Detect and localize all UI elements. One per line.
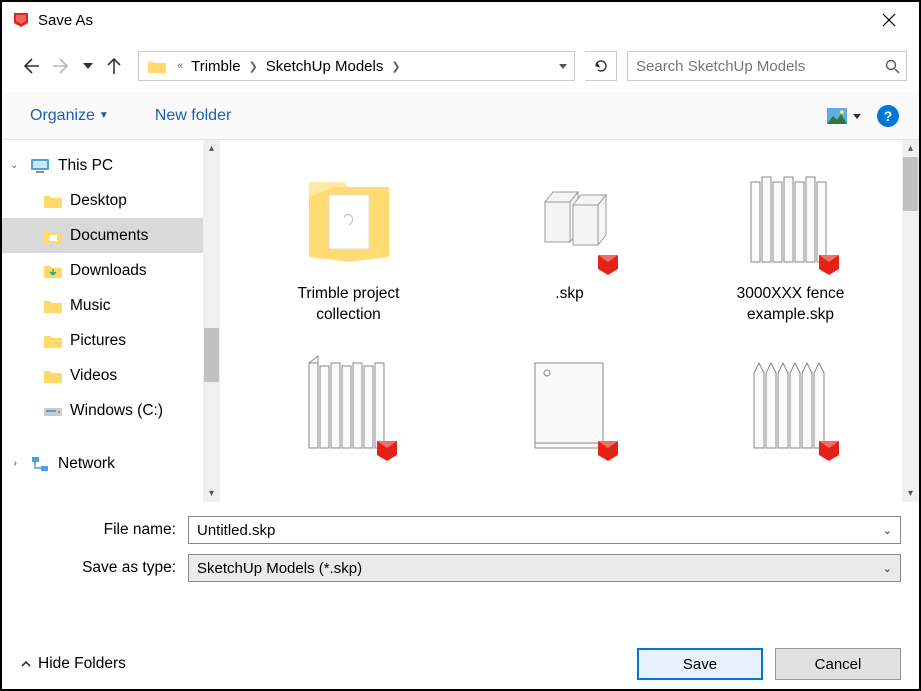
scroll-up-icon[interactable]: ▴ <box>203 140 220 157</box>
tree-expand-icon[interactable]: ⌄ <box>9 459 20 467</box>
breadcrumb-item-0[interactable]: Trimble <box>185 52 246 80</box>
scrollbar-thumb[interactable] <box>903 157 918 211</box>
back-button[interactable] <box>16 52 44 80</box>
drive-icon <box>44 404 62 418</box>
sidebar-item-this-pc[interactable]: ⌄ This PC <box>2 148 220 183</box>
folder-icon <box>145 54 169 78</box>
sidebar-item-drive-c[interactable]: Windows (C:) <box>2 393 220 428</box>
sidebar-item-pictures[interactable]: Pictures <box>2 323 220 358</box>
save-button[interactable]: Save <box>637 648 763 680</box>
skp-thumb <box>723 338 858 468</box>
skp-thumb <box>281 338 416 468</box>
folder-icon <box>44 264 62 278</box>
dropdown-arrow-icon[interactable]: ⌄ <box>883 562 892 575</box>
filename-label: File name: <box>20 521 188 539</box>
search-icon[interactable] <box>878 59 906 74</box>
organize-menu[interactable]: Organize ▼ <box>22 103 117 129</box>
pc-icon <box>30 158 50 174</box>
file-item-folder[interactable]: Trimble project collection <box>240 148 457 330</box>
skp-badge-icon <box>816 438 842 464</box>
breadcrumb-dropdown[interactable] <box>550 52 574 80</box>
skp-thumb <box>502 152 637 282</box>
refresh-button[interactable] <box>585 51 617 81</box>
close-button[interactable] <box>869 5 909 35</box>
skp-thumb <box>502 338 637 468</box>
folder-thumb <box>281 152 416 282</box>
filename-field[interactable]: ⌄ <box>188 516 901 544</box>
scroll-down-icon[interactable]: ▾ <box>203 485 220 502</box>
folder-icon <box>44 334 62 348</box>
content-scrollbar[interactable]: ▴ ▾ <box>902 140 919 502</box>
file-label: .skp <box>555 284 583 305</box>
skp-badge-icon <box>374 438 400 464</box>
sidebar-item-music[interactable]: Music <box>2 288 220 323</box>
scrollbar-thumb[interactable] <box>204 328 219 382</box>
file-item-skp[interactable]: 3000XXX fence example.skp <box>682 148 899 330</box>
forward-button[interactable] <box>48 52 76 80</box>
dropdown-arrow-icon: ▼ <box>99 110 109 121</box>
sidebar-item-videos[interactable]: Videos <box>2 358 220 393</box>
file-item-skp[interactable] <box>682 334 899 472</box>
folder-icon <box>44 369 62 383</box>
tree-collapse-icon[interactable]: ⌄ <box>10 160 18 171</box>
window-title: Save As <box>38 12 93 29</box>
folder-icon <box>44 194 62 208</box>
view-mode-button[interactable] <box>827 108 861 124</box>
new-folder-button[interactable]: New folder <box>147 103 239 129</box>
app-icon <box>12 11 30 29</box>
breadcrumb[interactable]: « Trimble ❯ SketchUp Models ❯ <box>138 51 575 81</box>
chevron-up-icon <box>20 658 32 670</box>
filename-input[interactable] <box>197 522 892 539</box>
breadcrumb-prefix: « <box>175 60 185 72</box>
search-input[interactable] <box>628 58 878 75</box>
dropdown-arrow-icon <box>853 112 861 120</box>
skp-badge-icon <box>595 252 621 278</box>
scroll-up-icon[interactable]: ▴ <box>902 140 919 157</box>
picture-icon <box>827 108 847 124</box>
sidebar-item-network[interactable]: ⌄ Network <box>2 446 220 481</box>
cancel-button[interactable]: Cancel <box>775 648 901 680</box>
savetype-label: Save as type: <box>20 559 188 577</box>
sidebar-scrollbar[interactable]: ▴ ▾ <box>203 140 220 502</box>
folder-icon <box>44 299 62 313</box>
hide-folders-button[interactable]: Hide Folders <box>20 655 126 673</box>
help-button[interactable]: ? <box>877 105 899 127</box>
file-item-skp[interactable] <box>240 334 457 472</box>
file-label: Trimble project collection <box>264 284 434 326</box>
sidebar: ⌄ This PC Desktop Documents Downloads Mu… <box>2 140 220 502</box>
file-list: Trimble project collection .skp 3000XXX … <box>220 140 919 502</box>
scroll-down-icon[interactable]: ▾ <box>902 485 919 502</box>
file-item-skp[interactable]: .skp <box>461 148 678 330</box>
chevron-right-icon[interactable]: ❯ <box>247 60 260 73</box>
sidebar-item-documents[interactable]: Documents <box>2 218 220 253</box>
skp-thumb <box>723 152 858 282</box>
sidebar-item-desktop[interactable]: Desktop <box>2 183 220 218</box>
file-label: 3000XXX fence example.skp <box>706 284 876 326</box>
dropdown-arrow-icon[interactable]: ⌄ <box>883 524 892 537</box>
breadcrumb-item-1[interactable]: SketchUp Models <box>260 52 390 80</box>
recent-dropdown[interactable] <box>80 52 96 80</box>
skp-badge-icon <box>595 438 621 464</box>
folder-icon <box>44 229 62 243</box>
network-icon <box>30 456 50 472</box>
savetype-dropdown[interactable]: SketchUp Models (*.skp) ⌄ <box>188 554 901 582</box>
chevron-right-icon[interactable]: ❯ <box>389 60 402 73</box>
sidebar-item-downloads[interactable]: Downloads <box>2 253 220 288</box>
file-item-skp[interactable] <box>461 334 678 472</box>
up-button[interactable] <box>100 52 128 80</box>
skp-badge-icon <box>816 252 842 278</box>
search-box[interactable] <box>627 51 907 81</box>
